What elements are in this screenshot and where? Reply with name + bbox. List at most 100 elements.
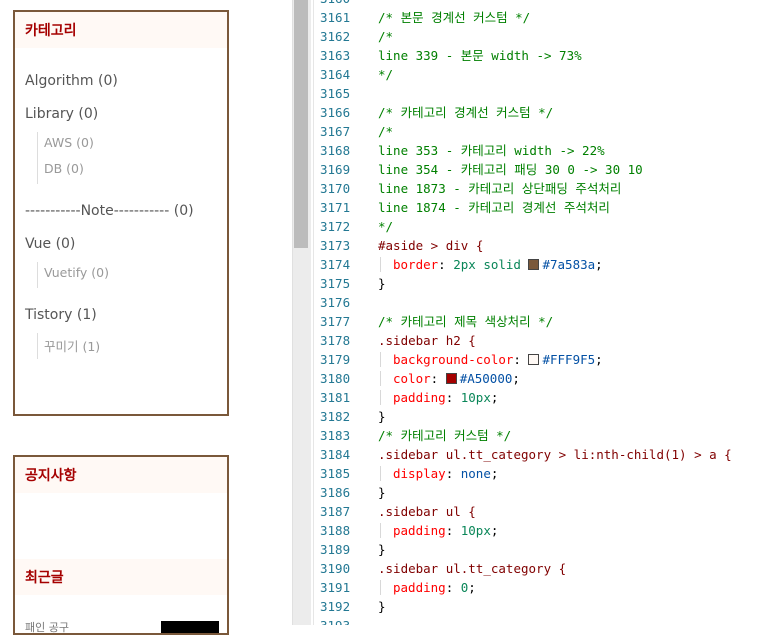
semicolon: ; bbox=[468, 580, 476, 595]
color-value: #7a583a bbox=[542, 257, 596, 272]
css-selector: .sidebar h2 { bbox=[378, 333, 476, 348]
indent-guide bbox=[380, 580, 381, 595]
css-selector: .sidebar ul { bbox=[378, 504, 476, 519]
code-line: 3179 background-color: #FFF9F5; bbox=[314, 350, 780, 369]
colon: : bbox=[445, 466, 461, 481]
code-line: 3176 bbox=[314, 293, 780, 312]
category-item-algorithm[interactable]: Algorithm (0) bbox=[25, 73, 118, 89]
code-line: 3182} bbox=[314, 407, 780, 426]
code-line: 3163 line 339 - 본문 width -> 73% bbox=[314, 46, 780, 65]
code-line: 3172 */ bbox=[314, 217, 780, 236]
code-line: 3166 /* 카테고리 경계선 커스텀 */ bbox=[314, 103, 780, 122]
line-number: 3193 bbox=[320, 616, 360, 625]
line-number: 3164 bbox=[320, 67, 351, 82]
code-line: 3190 .sidebar ul.tt_category { bbox=[314, 559, 780, 578]
comment-text: /* bbox=[378, 124, 394, 139]
css-property: padding bbox=[393, 580, 446, 595]
category-item-decorate[interactable]: 꾸미기 (1) bbox=[44, 336, 100, 355]
colon: : bbox=[438, 257, 454, 272]
line-number: 3169 bbox=[320, 162, 351, 177]
comment-text: line 1873 - 카테고리 상단패딩 주석처리 bbox=[378, 181, 622, 196]
code-line: 3175} bbox=[314, 274, 780, 293]
line-number: 3192 bbox=[320, 599, 351, 614]
css-property: background-color bbox=[393, 352, 514, 367]
category-item-vuetify[interactable]: Vuetify (0) bbox=[44, 265, 109, 280]
line-number: 3177 bbox=[320, 314, 351, 329]
line-number: 3173 bbox=[320, 238, 351, 253]
code-line: 3184 .sidebar ul.tt_category > li:nth-chi… bbox=[314, 445, 780, 464]
comment-text: */ bbox=[378, 219, 394, 234]
tistory-subcategory-list: 꾸미기 (1) bbox=[37, 333, 100, 359]
colon: : bbox=[445, 580, 461, 595]
recent-post-thumbnail[interactable] bbox=[161, 621, 219, 633]
code-line: 3177 /* 카테고리 제목 색상처리 */ bbox=[314, 312, 780, 331]
css-value: none bbox=[460, 466, 491, 481]
comment-text: /* bbox=[378, 29, 394, 44]
semicolon: ; bbox=[595, 352, 603, 367]
vertical-scrollbar-thumb[interactable] bbox=[294, 0, 308, 248]
line-number: 3161 bbox=[320, 10, 351, 25]
css-property: padding bbox=[393, 390, 446, 405]
colon: : bbox=[445, 523, 461, 538]
line-number: 3171 bbox=[320, 200, 351, 215]
recent-posts-title: 최근글 bbox=[15, 559, 227, 595]
indent-guide bbox=[380, 352, 381, 367]
colon: : bbox=[445, 390, 461, 405]
line-number: 3174 bbox=[320, 257, 351, 272]
css-value: 2px solid bbox=[453, 257, 521, 272]
category-item-vue[interactable]: Vue (0) bbox=[25, 236, 75, 252]
category-item-note[interactable]: -----------Note----------- (0) bbox=[25, 203, 194, 219]
code-line: 3174 border: 2px solid #7a583a; bbox=[314, 255, 780, 274]
line-number: 3166 bbox=[320, 105, 351, 120]
color-value: #A50000 bbox=[459, 371, 513, 386]
comment-text: line 339 - 본문 width -> 73% bbox=[378, 48, 582, 63]
line-number: 3184 bbox=[320, 447, 351, 462]
category-panel: 카테고리 Algorithm (0) Library (0) AWS (0) D… bbox=[13, 10, 229, 416]
vue-subcategory-list: Vuetify (0) bbox=[37, 262, 109, 288]
code-line: 3171 line 1874 - 카테고리 경계선 주석처리 bbox=[314, 198, 780, 217]
code-line: 3170 line 1873 - 카테고리 상단패딩 주석처리 bbox=[314, 179, 780, 198]
semicolon: ; bbox=[490, 390, 499, 405]
comment-text: /* 카테고리 경계선 커스텀 */ bbox=[378, 105, 554, 120]
css-declaration: padding: 0; bbox=[393, 578, 476, 597]
css-value: 10px bbox=[460, 390, 491, 405]
indent-guide bbox=[380, 466, 381, 481]
semicolon: ; bbox=[595, 257, 603, 272]
recent-post-item[interactable]: 패인 공구 bbox=[25, 619, 69, 635]
css-declaration: border: 2px solid #7a583a; bbox=[393, 255, 603, 274]
css-selector: .sidebar ul.tt_category > li:nth-child(1… bbox=[378, 447, 732, 462]
code-line: 3193 bbox=[314, 616, 780, 625]
comment-text: */ bbox=[378, 67, 394, 82]
css-selector: .sidebar ul.tt_category { bbox=[378, 561, 567, 576]
code-line: 3189} bbox=[314, 540, 780, 559]
indent-guide bbox=[380, 257, 381, 272]
comment-text: line 1874 - 카테고리 경계선 주석처리 bbox=[378, 200, 610, 215]
category-item-aws[interactable]: AWS (0) bbox=[44, 135, 94, 150]
line-number: 3176 bbox=[320, 295, 351, 310]
line-number: 3170 bbox=[320, 181, 351, 196]
code-editor[interactable]: 3160 3161 /* 본문 경계선 커스텀 */ 3162 /* 3163 line 3… bbox=[314, 0, 780, 625]
line-number: 3172 bbox=[320, 219, 351, 234]
code-line: 3186} bbox=[314, 483, 780, 502]
colon: : bbox=[430, 371, 446, 386]
closing-brace: } bbox=[378, 485, 386, 500]
code-line: 3173 #aside > div { bbox=[314, 236, 780, 255]
line-number: 3167 bbox=[320, 124, 351, 139]
code-line: 3178 .sidebar h2 { bbox=[314, 331, 780, 350]
code-line: 3165 bbox=[314, 84, 780, 103]
closing-brace: } bbox=[378, 599, 386, 614]
line-number: 3185 bbox=[320, 466, 351, 481]
line-number: 3163 bbox=[320, 48, 351, 63]
category-item-library[interactable]: Library (0) bbox=[25, 106, 98, 122]
notice-title: 공지사항 bbox=[15, 457, 227, 493]
category-item-db[interactable]: DB (0) bbox=[44, 161, 84, 176]
category-item-tistory[interactable]: Tistory (1) bbox=[25, 307, 97, 323]
comment-text: line 353 - 카테고리 width -> 22% bbox=[378, 143, 605, 158]
code-line: 3181 padding: 10px; bbox=[314, 388, 780, 407]
indent-guide bbox=[380, 390, 381, 405]
code-line: 3185 display: none; bbox=[314, 464, 780, 483]
line-number: 3182 bbox=[320, 409, 351, 424]
css-declaration: display: none; bbox=[393, 464, 498, 483]
line-number: 3190 bbox=[320, 561, 351, 576]
